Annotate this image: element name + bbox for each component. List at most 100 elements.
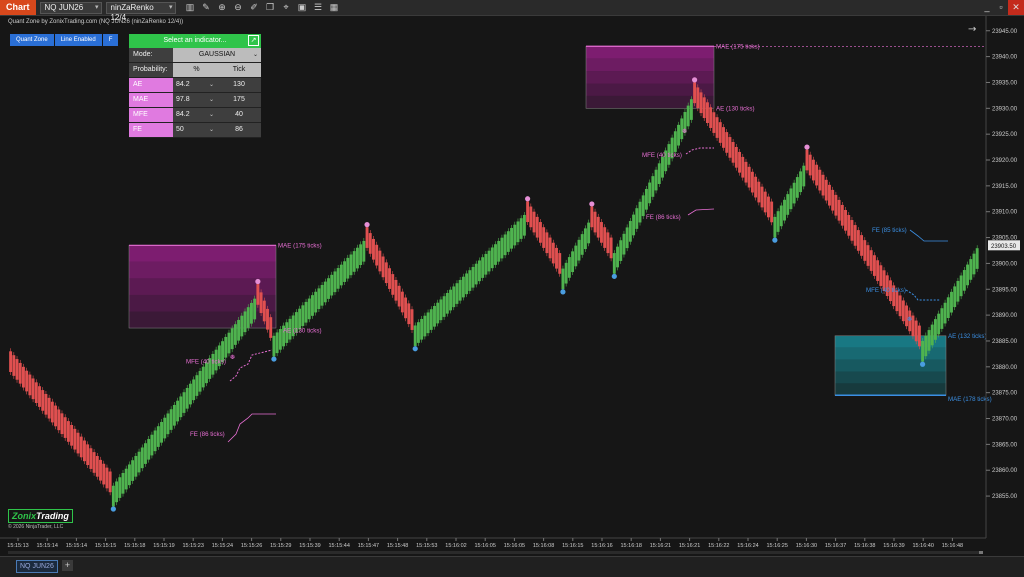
renko-bar <box>384 262 388 284</box>
renko-bar <box>583 228 587 250</box>
pct-select[interactable]: 84.2 ⌄ <box>173 78 217 92</box>
zone3-ae-label: AE (132 ticks) <box>948 333 987 340</box>
arrow-right-icon: → <box>968 24 976 35</box>
horizontal-scrollbar[interactable] <box>8 551 983 554</box>
pct-select[interactable]: 97.8 ⌄ <box>173 93 217 107</box>
time-label: 15:16:38 <box>854 543 875 549</box>
time-label: 15:15:48 <box>387 543 408 549</box>
renko-bar <box>760 186 764 208</box>
renko-bar <box>452 286 456 308</box>
renko-bar <box>47 397 51 419</box>
renko-bar <box>770 201 774 223</box>
renko-bar <box>966 264 970 286</box>
renko-bar <box>349 254 353 276</box>
renko-bar <box>445 292 449 314</box>
external-link-icon[interactable]: ↗ <box>248 35 259 46</box>
renko-bar <box>603 227 607 248</box>
header-row: Probability: % Tick <box>129 63 261 78</box>
zone1-band <box>129 245 276 262</box>
renko-bar <box>9 351 13 372</box>
select-indicator-button[interactable]: Select an indicator... ↗ <box>129 34 261 48</box>
time-axis[interactable]: 15:15:13 15:15:14 15:15:14 15:15:15 15:15:18… <box>0 537 986 549</box>
swing-low-dot <box>772 237 778 243</box>
renko-bar <box>590 206 594 228</box>
renko-bar <box>12 355 16 376</box>
tick-value: 130 <box>217 78 261 92</box>
f-button[interactable]: F <box>102 34 119 46</box>
renko-bar <box>95 456 99 477</box>
time-label: 15:16:05 <box>504 543 525 549</box>
chevron-down-icon: ⌄ <box>208 112 214 118</box>
renko-bar <box>150 434 154 456</box>
renko-bar <box>600 222 603 243</box>
renko-bar <box>661 156 664 178</box>
renko-bar <box>468 270 472 291</box>
line-enabled-button[interactable]: Line Enabled <box>54 34 102 46</box>
renko-bar <box>461 276 465 298</box>
renko-bar <box>612 253 616 274</box>
renko-bar <box>352 251 356 272</box>
bottom-tab-bar: NQ JUN26 + <box>0 556 1024 577</box>
tick-value: 86 <box>217 123 261 137</box>
renko-bar <box>137 451 141 473</box>
renko-bar <box>323 281 327 303</box>
renko-bar <box>792 182 796 204</box>
renko-bar <box>423 315 427 337</box>
tick-value: 40 <box>217 108 261 122</box>
renko-bar <box>821 174 825 196</box>
pct-value: 84.2 <box>176 81 190 88</box>
zone2-band <box>586 46 714 59</box>
quant-zone-buttons: Quant Zone Line Enabled F <box>10 34 119 46</box>
row-name: MAE <box>129 93 173 107</box>
renko-bar <box>622 233 626 255</box>
renko-bar <box>70 424 74 446</box>
time-label: 15:16:15 <box>562 543 583 549</box>
quant-zone-button[interactable]: Quant Zone <box>10 34 54 46</box>
pct-select[interactable]: 50 ⌄ <box>173 123 217 137</box>
renko-bar <box>754 176 758 198</box>
renko-bar <box>249 302 253 324</box>
renko-bar <box>391 274 395 295</box>
time-label: 15:16:02 <box>445 543 466 549</box>
time-label: 15:16:16 <box>591 543 612 549</box>
renko-bar <box>246 307 250 328</box>
chevron-down-icon: ⌄ <box>252 52 258 58</box>
renko-bar <box>513 224 517 246</box>
scrollbar-thumb[interactable] <box>979 551 983 554</box>
zone2-fe-path <box>687 208 715 216</box>
price-label: 23920.00 <box>992 158 1018 164</box>
renko-bar <box>802 165 806 187</box>
renko-bar <box>163 417 167 439</box>
renko-bar <box>269 317 273 338</box>
renko-bar <box>262 300 266 322</box>
renko-bar <box>847 215 851 236</box>
renko-bar <box>561 268 565 290</box>
renko-bar <box>593 211 597 233</box>
renko-bar <box>368 233 372 254</box>
row-name: FE <box>129 123 173 137</box>
price-axis[interactable]: 23945.00 23940.00 23935.00 23930.00 23925.00… <box>968 16 1020 538</box>
renko-bar <box>815 164 819 186</box>
add-tab-button[interactable]: + <box>62 560 73 571</box>
renko-bar <box>102 463 106 485</box>
zone3-mae-label: MAE (178 ticks) <box>948 396 992 403</box>
renko-bar <box>420 318 424 340</box>
renko-bar <box>532 211 536 233</box>
renko-bar <box>522 214 526 236</box>
pct-select[interactable]: 84.2 ⌄ <box>173 108 217 122</box>
renko-bar <box>436 302 440 324</box>
renko-bar <box>811 159 815 181</box>
time-label: 15:16:39 <box>883 543 904 549</box>
renko-bar <box>750 171 754 193</box>
renko-bar <box>487 250 491 272</box>
tab-nq-jun26[interactable]: NQ JUN26 <box>16 560 58 573</box>
renko-bar <box>378 250 382 272</box>
renko-bar <box>725 132 729 153</box>
renko-bar <box>635 208 639 229</box>
renko-bar <box>57 409 61 431</box>
renko-bar <box>506 231 510 252</box>
time-label: 15:15:44 <box>328 543 349 549</box>
mode-select[interactable]: GAUSSIAN ⌄ <box>173 48 261 62</box>
renko-bar <box>240 315 244 337</box>
renko-bar <box>654 169 658 191</box>
